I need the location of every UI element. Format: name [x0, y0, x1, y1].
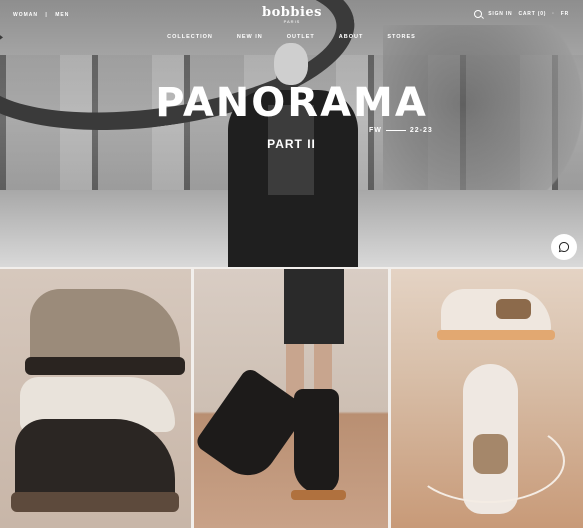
tall-boot-image [291, 389, 346, 500]
woman-link[interactable]: WOMAN [13, 12, 38, 18]
season-label: FW 22-23 [369, 127, 433, 134]
boot-image-top [25, 289, 185, 375]
search-icon[interactable] [474, 10, 483, 18]
language-switch[interactable]: FR [561, 11, 569, 17]
hero-title: PANORAMA [155, 80, 428, 126]
gender-divider: | [45, 12, 48, 18]
nav-item-collection[interactable]: COLLECTION [167, 34, 213, 40]
sneaker-image-side [437, 289, 555, 340]
hero-banner[interactable] [0, 0, 583, 267]
nav-item-stores[interactable]: STORES [387, 34, 416, 40]
brand-logo[interactable]: bobbies PARIS [262, 6, 322, 24]
separator-dot: · [552, 11, 555, 17]
main-nav: COLLECTION NEW IN OUTLET ABOUT STORES [0, 34, 583, 40]
model-skirt [284, 269, 344, 344]
signin-link[interactable]: SIGN IN [488, 11, 512, 17]
product-tile-tall-boots[interactable] [194, 269, 388, 528]
nav-item-outlet[interactable]: OUTLET [287, 34, 315, 40]
men-link[interactable]: MEN [55, 12, 69, 18]
product-tile-sneakers[interactable] [391, 269, 583, 528]
account-bar: SIGN IN CART (0) · FR [474, 10, 569, 18]
product-tile-boots-stack[interactable] [0, 269, 191, 528]
hero-subtitle: PART II [267, 137, 316, 151]
gender-switch: WOMAN | MEN [13, 12, 74, 18]
nav-item-about[interactable]: ABOUT [339, 34, 364, 40]
season-divider [385, 130, 406, 131]
boot-image-bottom [11, 419, 179, 512]
nav-item-new-in[interactable]: NEW IN [237, 34, 263, 40]
cart-link[interactable]: CART (0) [518, 11, 546, 17]
sneaker-lace [411, 419, 565, 503]
season-years: 22-23 [409, 127, 433, 134]
logo-name: bobbies [262, 5, 322, 20]
chat-button[interactable] [551, 234, 577, 260]
chat-icon [558, 241, 570, 253]
hero-model [220, 35, 365, 267]
season-code: FW [369, 127, 382, 134]
model-head [274, 43, 308, 85]
